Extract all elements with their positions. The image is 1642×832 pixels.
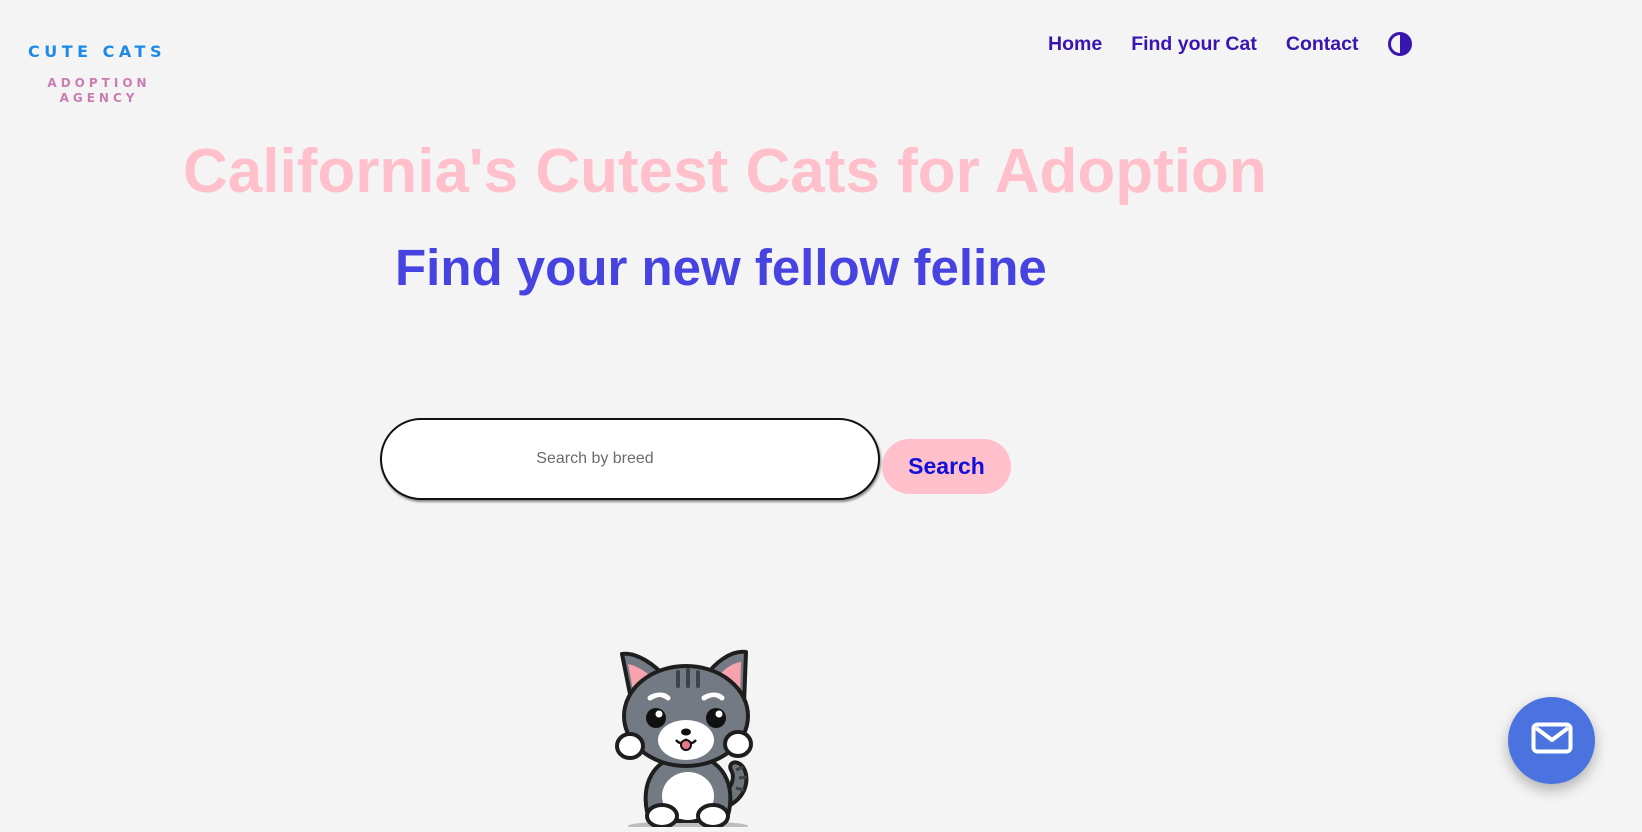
contact-fab-button[interactable] xyxy=(1508,697,1595,784)
nav-link-contact[interactable]: Contact xyxy=(1286,31,1359,57)
hero-subtitle: Find your new fellow feline xyxy=(395,239,1047,296)
site-logo[interactable]: CUTE CATS ADOPTION AGENCY xyxy=(14,44,176,106)
logo-subtitle: ADOPTION AGENCY xyxy=(47,76,151,105)
nav-link-home[interactable]: Home xyxy=(1048,31,1102,57)
search-input[interactable] xyxy=(380,418,880,500)
main-nav: Home Find your Cat Contact xyxy=(1048,31,1413,57)
envelope-icon xyxy=(1531,722,1573,759)
search-button[interactable]: Search xyxy=(882,439,1011,494)
hero-title: California's Cutest Cats for Adoption xyxy=(183,137,1267,206)
nav-link-find-your-cat[interactable]: Find your Cat xyxy=(1131,31,1257,57)
cat-illustration xyxy=(600,646,790,831)
logo-title: CUTE CATS xyxy=(28,42,166,61)
theme-toggle-icon[interactable] xyxy=(1387,31,1413,57)
